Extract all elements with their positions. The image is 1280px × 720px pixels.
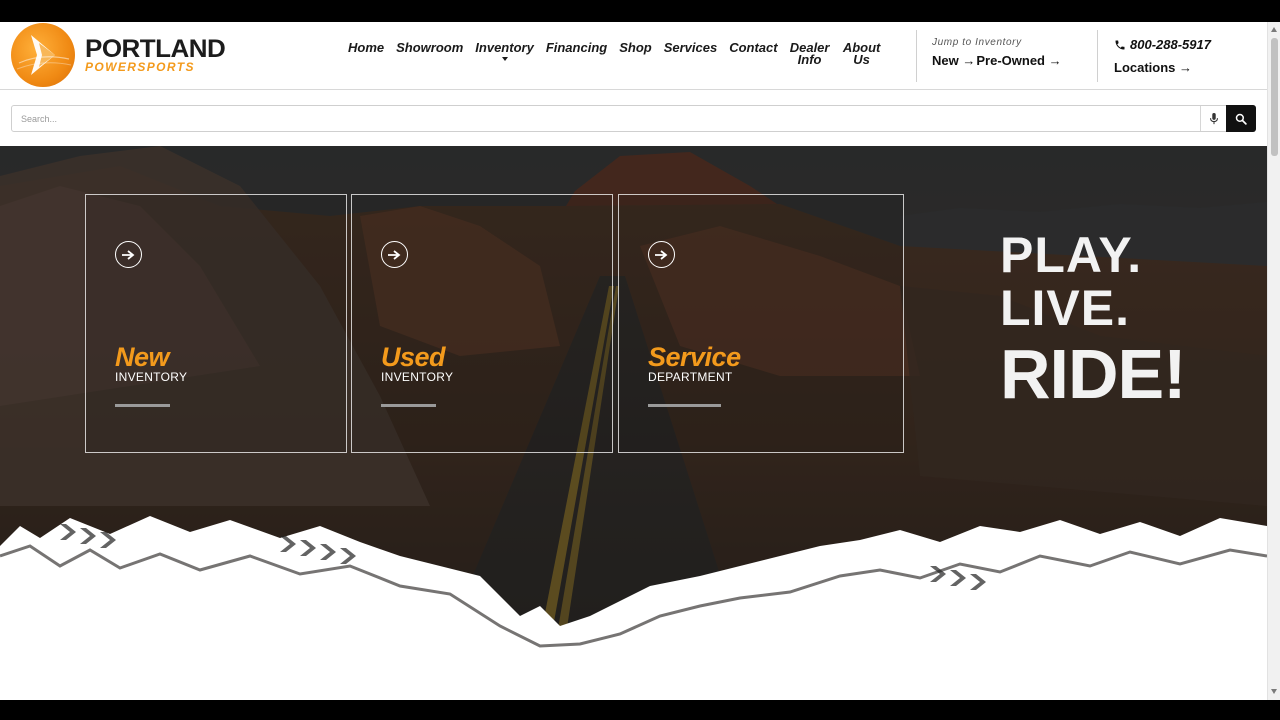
jump-label: Jump to Inventory bbox=[932, 37, 1022, 48]
site-header: PORTLAND POWERSPORTS Home Showroom Inven… bbox=[0, 22, 1267, 90]
voice-search-button[interactable] bbox=[1200, 106, 1226, 131]
nav-about-us[interactable]: About Us bbox=[836, 41, 888, 66]
logo-chevron-icon bbox=[11, 23, 75, 87]
arrow-right-icon: → bbox=[962, 53, 976, 68]
new-inventory-card[interactable]: New INVENTORY bbox=[85, 194, 347, 453]
dropdown-caret-icon bbox=[501, 57, 508, 61]
card-title: New bbox=[115, 342, 170, 372]
nav-services[interactable]: Services bbox=[658, 41, 724, 66]
arrow-right-icon: → bbox=[1048, 53, 1062, 68]
main-nav: Home Showroom Inventory Financing Shop S… bbox=[342, 41, 888, 66]
jump-to-inventory: Jump to Inventory New → Pre-Owned → bbox=[932, 37, 1063, 68]
hero-banner: New INVENTORY Used INVENTORY Service DEP… bbox=[0, 146, 1267, 700]
scroll-down-arrow-icon[interactable] bbox=[1271, 689, 1277, 694]
site-logo[interactable]: PORTLAND POWERSPORTS bbox=[11, 23, 226, 87]
window-bottom-bar bbox=[0, 700, 1280, 720]
logo-wordmark: PORTLAND bbox=[85, 35, 226, 63]
search-button[interactable] bbox=[1226, 105, 1256, 132]
vertical-scrollbar[interactable] bbox=[1267, 22, 1280, 700]
page: PORTLAND POWERSPORTS Home Showroom Inven… bbox=[0, 22, 1267, 700]
jump-pre-owned-link[interactable]: Pre-Owned → bbox=[976, 53, 1061, 68]
card-underline bbox=[381, 404, 436, 407]
nav-financing[interactable]: Financing bbox=[540, 41, 613, 66]
nav-contact[interactable]: Contact bbox=[723, 41, 783, 66]
locations-link[interactable]: Locations → bbox=[1114, 60, 1211, 75]
scroll-up-arrow-icon[interactable] bbox=[1271, 27, 1277, 32]
jump-new-link[interactable]: New → bbox=[932, 53, 975, 68]
nav-shop[interactable]: Shop bbox=[613, 41, 658, 66]
used-inventory-card[interactable]: Used INVENTORY bbox=[351, 194, 613, 453]
slogan-line-3: RIDE! bbox=[1000, 335, 1187, 413]
card-title: Used bbox=[381, 342, 446, 372]
nav-inventory[interactable]: Inventory bbox=[469, 41, 540, 66]
slogan-line-1: PLAY. bbox=[1000, 227, 1143, 283]
nav-dealer-info[interactable]: Dealer Info bbox=[784, 41, 836, 66]
scrollbar-thumb[interactable] bbox=[1271, 38, 1278, 156]
card-underline bbox=[115, 404, 170, 407]
phone-link[interactable]: 800-288-5917 bbox=[1114, 37, 1211, 52]
microphone-icon bbox=[1209, 112, 1218, 124]
slogan-line-2: LIVE. bbox=[1000, 280, 1131, 336]
window-top-bar bbox=[0, 0, 1280, 22]
arrow-circle-icon bbox=[115, 241, 142, 268]
search-bar bbox=[11, 105, 1256, 132]
nav-showroom[interactable]: Showroom bbox=[390, 41, 469, 66]
card-title: Service bbox=[648, 342, 741, 372]
search-icon bbox=[1235, 113, 1247, 125]
arrow-circle-icon bbox=[648, 241, 675, 268]
service-department-card[interactable]: Service DEPARTMENT bbox=[618, 194, 904, 453]
header-divider bbox=[916, 30, 917, 82]
header-divider bbox=[1097, 30, 1098, 82]
contact-block: 800-288-5917 Locations → bbox=[1114, 37, 1211, 75]
card-subtitle: INVENTORY bbox=[115, 370, 188, 384]
card-underline bbox=[648, 404, 721, 407]
card-subtitle: DEPARTMENT bbox=[648, 370, 733, 384]
nav-home[interactable]: Home bbox=[342, 41, 390, 66]
search-input[interactable] bbox=[12, 106, 1200, 131]
hero-slogan: PLAY. LIVE. RIDE! bbox=[1000, 227, 1187, 413]
phone-icon bbox=[1115, 40, 1125, 49]
phone-number: 800-288-5917 bbox=[1130, 37, 1211, 52]
card-subtitle: INVENTORY bbox=[381, 370, 454, 384]
arrow-right-icon: → bbox=[1179, 60, 1193, 75]
arrow-circle-icon bbox=[381, 241, 408, 268]
